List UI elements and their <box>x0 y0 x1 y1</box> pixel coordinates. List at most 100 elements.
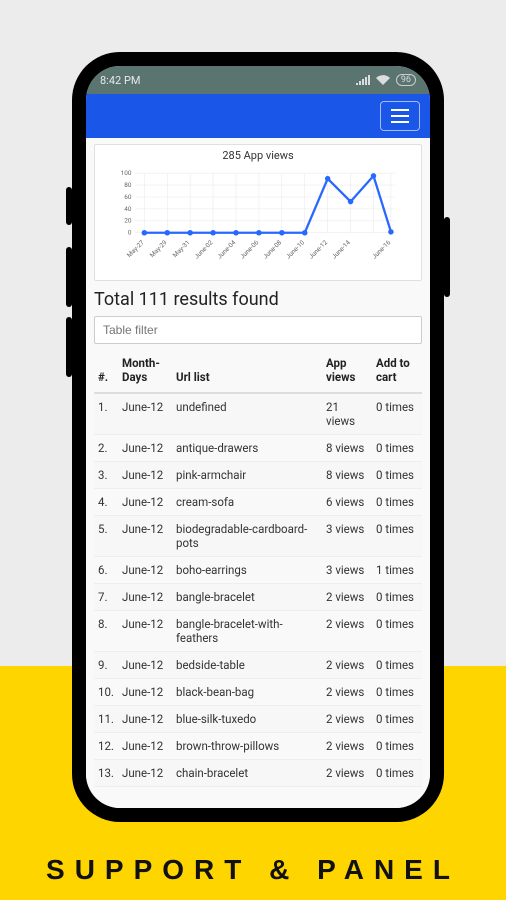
cell-url: bedside-table <box>172 652 322 679</box>
table-row[interactable]: 4.June-12cream-sofa6 views0 times <box>94 489 422 516</box>
phone-side-button <box>66 247 72 307</box>
svg-text:June-12: June-12 <box>307 238 329 260</box>
cell-views: 2 views <box>322 584 372 611</box>
phone-side-button <box>444 217 450 297</box>
cell-views: 2 views <box>322 652 372 679</box>
svg-text:40: 40 <box>124 205 132 213</box>
svg-text:June-16: June-16 <box>370 238 392 260</box>
cell-cart: 0 times <box>372 584 422 611</box>
svg-text:May-31: May-31 <box>171 239 192 260</box>
svg-text:June-04: June-04 <box>216 238 238 260</box>
cell-views: 2 views <box>322 611 372 652</box>
svg-text:0: 0 <box>128 229 132 237</box>
cell-url: chain-bracelet <box>172 760 322 787</box>
cell-views: 8 views <box>322 462 372 489</box>
cell-n: 7. <box>94 584 118 611</box>
svg-text:May-27: May-27 <box>125 238 146 259</box>
col-header-month[interactable]: Month-Days <box>118 348 172 393</box>
main-content[interactable]: 285 App views 100 80 60 40 20 0 <box>86 138 430 808</box>
cell-url: black-bean-bag <box>172 679 322 706</box>
table-row[interactable]: 11.June-12blue-silk-tuxedo2 views0 times <box>94 706 422 733</box>
cell-cart: 0 times <box>372 489 422 516</box>
cell-month: June-12 <box>118 516 172 557</box>
cell-cart: 0 times <box>372 516 422 557</box>
svg-text:June-08: June-08 <box>261 238 283 260</box>
svg-text:June-14: June-14 <box>330 238 352 260</box>
svg-text:June-06: June-06 <box>238 238 260 260</box>
cell-views: 2 views <box>322 706 372 733</box>
cell-views: 3 views <box>322 557 372 584</box>
cell-url: bangle-bracelet <box>172 584 322 611</box>
cell-views: 21 views <box>322 393 372 435</box>
cell-views: 2 views <box>322 679 372 706</box>
cell-url: undefined <box>172 393 322 435</box>
table-row[interactable]: 10.June-12black-bean-bag2 views0 times <box>94 679 422 706</box>
cell-n: 9. <box>94 652 118 679</box>
line-chart: 100 80 60 40 20 0 <box>99 164 417 274</box>
results-table: #. Month-Days Url list App views Add to … <box>94 348 422 787</box>
cell-n: 13. <box>94 760 118 787</box>
cell-n: 10. <box>94 679 118 706</box>
cell-views: 8 views <box>322 435 372 462</box>
cell-n: 5. <box>94 516 118 557</box>
cell-month: June-12 <box>118 489 172 516</box>
cell-url: brown-throw-pillows <box>172 733 322 760</box>
cell-n: 3. <box>94 462 118 489</box>
cell-month: June-12 <box>118 706 172 733</box>
cell-url: blue-silk-tuxedo <box>172 706 322 733</box>
cell-views: 2 views <box>322 760 372 787</box>
battery-indicator: 96 <box>396 74 416 86</box>
app-nav-bar <box>86 94 430 138</box>
cell-month: June-12 <box>118 760 172 787</box>
table-row[interactable]: 9.June-12bedside-table2 views0 times <box>94 652 422 679</box>
svg-text:May-29: May-29 <box>148 238 169 259</box>
footer-title: SUPPORT & PANEL <box>0 854 506 886</box>
col-header-cart[interactable]: Add to cart <box>372 348 422 393</box>
cell-cart: 0 times <box>372 611 422 652</box>
cell-cart: 0 times <box>372 760 422 787</box>
menu-button[interactable] <box>380 101 420 131</box>
cell-cart: 0 times <box>372 462 422 489</box>
table-row[interactable]: 7.June-12bangle-bracelet2 views0 times <box>94 584 422 611</box>
cell-n: 12. <box>94 733 118 760</box>
col-header-num[interactable]: #. <box>94 348 118 393</box>
table-row[interactable]: 6.June-12boho-earrings3 views1 times <box>94 557 422 584</box>
cell-views: 3 views <box>322 516 372 557</box>
phone-frame: 8:42 PM 96 285 App views <box>72 52 444 822</box>
results-count-title: Total 111 results found <box>94 289 422 310</box>
chart-title: 285 App views <box>99 149 417 162</box>
cell-cart: 0 times <box>372 679 422 706</box>
cell-month: June-12 <box>118 584 172 611</box>
svg-text:80: 80 <box>124 181 132 189</box>
cell-month: June-12 <box>118 462 172 489</box>
cell-url: boho-earrings <box>172 557 322 584</box>
svg-text:June-02: June-02 <box>193 238 215 260</box>
cell-views: 6 views <box>322 489 372 516</box>
table-row[interactable]: 3.June-12pink-armchair8 views0 times <box>94 462 422 489</box>
col-header-url[interactable]: Url list <box>172 348 322 393</box>
table-row[interactable]: 13.June-12chain-bracelet2 views0 times <box>94 760 422 787</box>
table-row[interactable]: 12.June-12brown-throw-pillows2 views0 ti… <box>94 733 422 760</box>
table-row[interactable]: 1.June-12undefined21 views0 times <box>94 393 422 435</box>
cell-month: June-12 <box>118 733 172 760</box>
col-header-views[interactable]: App views <box>322 348 372 393</box>
cell-month: June-12 <box>118 435 172 462</box>
table-row[interactable]: 2.June-12antique-drawers8 views0 times <box>94 435 422 462</box>
cell-cart: 0 times <box>372 706 422 733</box>
cell-n: 2. <box>94 435 118 462</box>
cell-month: June-12 <box>118 679 172 706</box>
cell-url: cream-sofa <box>172 489 322 516</box>
table-row[interactable]: 5.June-12biodegradable-cardboard-pots3 v… <box>94 516 422 557</box>
cell-month: June-12 <box>118 611 172 652</box>
cell-cart: 0 times <box>372 652 422 679</box>
table-row[interactable]: 8.June-12bangle-bracelet-with-feathers2 … <box>94 611 422 652</box>
cell-n: 4. <box>94 489 118 516</box>
table-filter-input[interactable] <box>94 316 422 344</box>
status-time: 8:42 PM <box>100 74 140 87</box>
svg-text:20: 20 <box>124 217 132 225</box>
cell-url: antique-drawers <box>172 435 322 462</box>
cell-url: biodegradable-cardboard-pots <box>172 516 322 557</box>
battery-value: 96 <box>401 75 411 85</box>
svg-text:60: 60 <box>124 193 132 201</box>
cell-n: 1. <box>94 393 118 435</box>
